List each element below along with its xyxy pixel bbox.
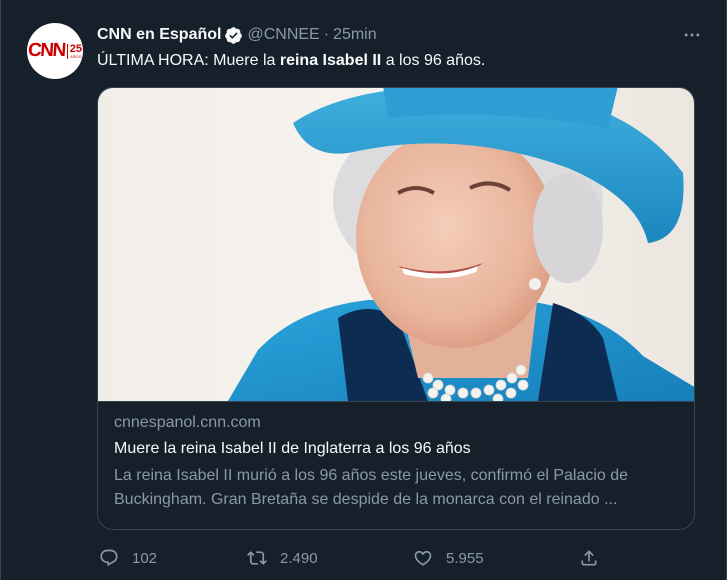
reply-count: 102 <box>132 549 158 567</box>
card-image[interactable] <box>98 88 695 401</box>
more-options-button[interactable] <box>680 23 704 47</box>
handle[interactable]: @CNNEE <box>247 26 319 44</box>
share-button[interactable] <box>579 545 599 571</box>
cnn-logo: CNN <box>27 40 66 61</box>
reply-button[interactable]: 102 <box>99 545 157 571</box>
anniversary-number: 25 <box>69 42 82 55</box>
display-name[interactable]: CNN en Español <box>97 26 221 44</box>
heart-icon <box>414 550 432 566</box>
tweet-text-bold: reina Isabel II <box>279 52 382 69</box>
retweet-count: 2.490 <box>280 549 318 567</box>
anniversary-label: AÑOS <box>70 53 82 59</box>
like-count: 5.955 <box>446 549 484 567</box>
more-dots-icon <box>684 33 700 37</box>
like-button[interactable]: 5.955 <box>413 545 484 571</box>
tweet-text-prefix: ÚLTIMA HORA: Muere la <box>97 52 280 69</box>
verified-badge-icon <box>225 26 243 44</box>
timestamp[interactable]: 25min <box>333 26 377 44</box>
share-icon <box>581 550 597 566</box>
card-body[interactable]: cnnespanol.cnn.com Muere la reina Isabel… <box>98 401 694 529</box>
reply-icon <box>100 549 118 567</box>
retweet-icon <box>247 551 267 565</box>
separator-dot: · <box>323 26 330 43</box>
tweet[interactable]: CNN 25 AÑOS CNN en Español @CNNEE · 25mi… <box>0 0 727 580</box>
anniversary-badge: 25 AÑOS <box>66 42 82 59</box>
card-domain: cnnespanol.cnn.com <box>114 414 261 431</box>
tweet-text-suffix: a los 96 años. <box>381 52 486 69</box>
tweet-actions: 102 2.490 5.955 <box>97 545 617 571</box>
tweet-text: ÚLTIMA HORA: Muere la reina Isabel II a … <box>97 50 485 72</box>
tweet-header: CNN en Español @CNNEE · 25min <box>97 24 377 46</box>
card-title: Muere la reina Isabel II de Inglaterra a… <box>114 440 471 457</box>
card-description: La reina Isabel II murió a los 96 años e… <box>114 467 629 508</box>
avatar[interactable]: CNN 25 AÑOS <box>27 23 83 79</box>
retweet-button[interactable]: 2.490 <box>247 545 318 571</box>
link-card[interactable]: cnnespanol.cnn.com Muere la reina Isabel… <box>97 87 695 530</box>
